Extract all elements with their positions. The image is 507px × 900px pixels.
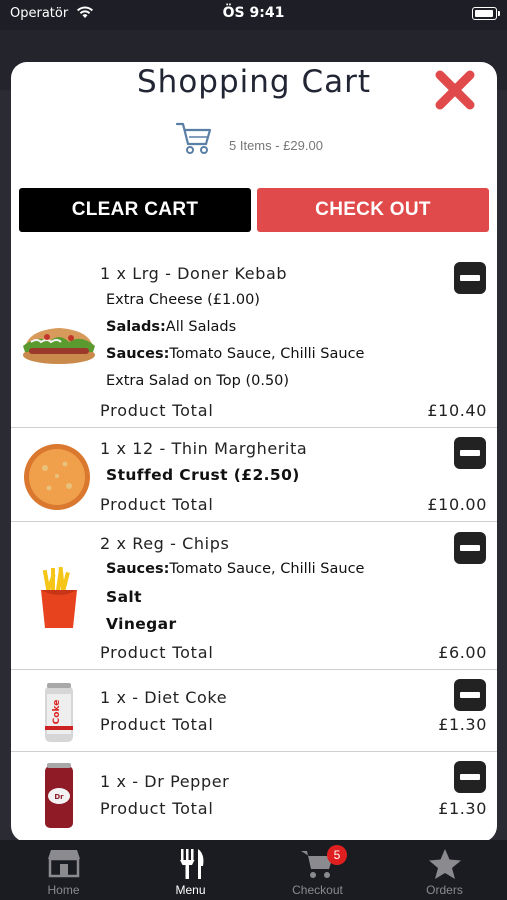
item-option: Extra Salad on Top (0.50) [106, 373, 290, 389]
tab-label-orders: Orders [426, 883, 463, 897]
product-total-value: £10.40 [427, 401, 487, 420]
remove-item-button[interactable] [454, 679, 486, 711]
status-bar: Operatör ÖS 9:41 [0, 0, 507, 30]
product-total-value: £10.00 [427, 495, 487, 514]
tab-orders[interactable]: Orders [381, 840, 507, 900]
remove-item-button[interactable] [454, 262, 486, 294]
cart-item-doner-kebab: 1 x Lrg - Doner Kebab Extra Cheese (£1.0… [11, 252, 497, 428]
item-title: 1 x 12 - Thin Margherita [100, 439, 308, 458]
checkout-button[interactable]: CHECK OUT [257, 188, 489, 232]
star-icon [428, 849, 461, 879]
cart-icon [175, 122, 212, 154]
pizza-image [24, 444, 90, 510]
product-total-value: £1.30 [438, 799, 487, 818]
item-option: Salads:All Salads [106, 319, 237, 335]
checkout-badge: 5 [327, 845, 347, 865]
item-option: Sauces:Tomato Sauce, Chilli Sauce [106, 561, 365, 577]
product-total-label: Product Total [100, 495, 214, 514]
cart-item-chips: 2 x Reg - Chips Sauces:Tomato Sauce, Chi… [11, 522, 497, 670]
clear-cart-button[interactable]: CLEAR CART [19, 188, 251, 232]
tab-label-menu: Menu [175, 883, 206, 897]
doner-kebab-image [23, 328, 95, 364]
remove-item-button[interactable] [454, 532, 486, 564]
item-title: 2 x Reg - Chips [100, 534, 230, 553]
remove-item-button[interactable] [454, 761, 486, 793]
item-title: 1 x - Diet Coke [100, 688, 228, 707]
item-option: Salt [106, 588, 142, 606]
tab-bar: Home Menu 5 Checkout Orders [0, 840, 507, 900]
cart-item-dr-pepper: Dr 1 x - Dr Pepper Product Total £1.30 [11, 752, 497, 838]
product-total-label: Product Total [100, 799, 214, 818]
chips-image [41, 566, 77, 628]
item-title: 1 x Lrg - Doner Kebab [100, 264, 288, 283]
tab-home[interactable]: Home [0, 840, 127, 900]
product-total-label: Product Total [100, 715, 214, 734]
cutlery-icon [179, 849, 203, 879]
svg-text:Coke: Coke [52, 700, 62, 725]
tab-label-checkout: Checkout [292, 883, 343, 897]
store-icon [47, 850, 80, 878]
cart-summary-text: 5 Items - £29.00 [229, 138, 323, 153]
tab-label-home: Home [47, 883, 80, 897]
battery-icon [472, 7, 500, 20]
cart-items-list: 1 x Lrg - Doner Kebab Extra Cheese (£1.0… [11, 252, 497, 838]
item-option: Stuffed Crust (£2.50) [106, 466, 300, 484]
item-option: Sauces:Tomato Sauce, Chilli Sauce [106, 346, 365, 362]
svg-text:Dr: Dr [54, 793, 64, 801]
item-title: 1 x - Dr Pepper [100, 772, 230, 791]
modal-title: Shopping Cart [137, 64, 371, 100]
cart-summary: 5 Items - £29.00 [11, 120, 497, 160]
item-option: Vinegar [106, 615, 177, 633]
product-total-label: Product Total [100, 401, 214, 420]
tab-checkout[interactable]: 5 Checkout [254, 840, 381, 900]
cart-item-diet-coke: Coke 1 x - Diet Coke Product Total £1.30 [11, 670, 497, 752]
remove-item-button[interactable] [454, 437, 486, 469]
product-total-label: Product Total [100, 643, 214, 662]
close-icon[interactable] [433, 68, 477, 112]
product-total-value: £1.30 [438, 715, 487, 734]
tab-menu[interactable]: Menu [127, 840, 254, 900]
product-total-value: £6.00 [438, 643, 487, 662]
cart-item-margherita: 1 x 12 - Thin Margherita Stuffed Crust (… [11, 428, 497, 522]
diet-coke-image: Coke [45, 683, 73, 742]
clock: ÖS 9:41 [222, 5, 285, 21]
shopping-cart-modal: Shopping Cart 5 Items - £29.00 CLEAR CAR… [11, 62, 497, 842]
dr-pepper-image: Dr [45, 763, 73, 828]
item-option: Extra Cheese (£1.00) [106, 292, 260, 308]
